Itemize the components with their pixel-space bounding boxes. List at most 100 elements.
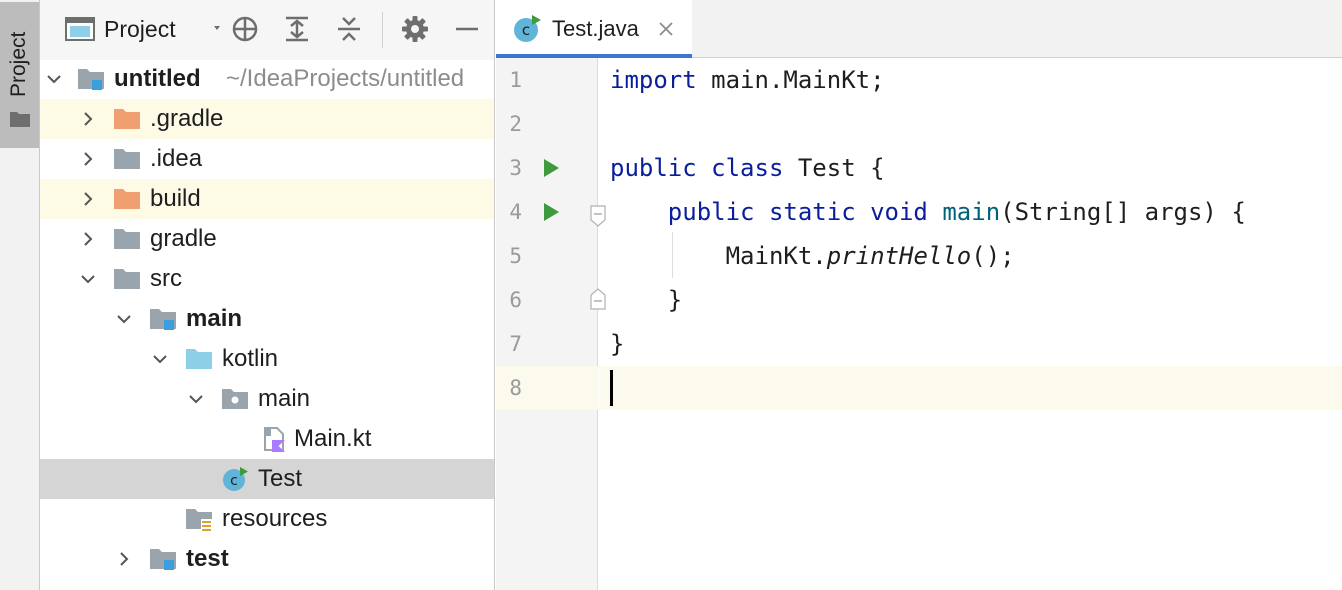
code-line-1: import main.MainKt; [610, 66, 885, 94]
excluded-folder-icon [114, 189, 140, 209]
chevron-right-icon[interactable] [80, 111, 96, 127]
tree-item-main-package[interactable]: main [40, 379, 494, 419]
tool-window-stripe: Project [0, 0, 40, 590]
runnable-class-icon: c [514, 15, 541, 42]
line-number: 7 [509, 332, 522, 356]
code-line-6: } [610, 286, 683, 314]
editor-tab-bar: c Test.java [496, 0, 1342, 58]
tree-item-gradle-cache[interactable]: .gradle [40, 99, 494, 139]
project-panel: Project untitled ~/IdeaProjects/untitled… [40, 0, 495, 590]
line-number: 6 [509, 288, 522, 312]
collapse-all-icon[interactable] [334, 14, 364, 44]
code-text: MainKt. [725, 242, 827, 270]
tree-item-test-module[interactable]: test [40, 539, 494, 579]
chevron-down-icon[interactable] [116, 311, 132, 327]
runnable-class-icon: c [223, 467, 248, 491]
project-view-selector[interactable]: Project [104, 16, 176, 43]
gear-icon[interactable] [400, 14, 430, 44]
code-text: (); [971, 242, 1015, 270]
code-text: (String[] args) { [1000, 198, 1246, 226]
code-line-7: } [610, 330, 625, 358]
code-area[interactable] [599, 58, 1342, 590]
tree-item-resources[interactable]: resources [40, 499, 494, 539]
folder-icon [114, 149, 140, 169]
line-number: 3 [509, 156, 522, 180]
tree-item-src[interactable]: src [40, 259, 494, 299]
code-text: main.MainKt; [696, 66, 885, 94]
tree-item-label: untitled [114, 65, 201, 92]
tree-item-untitled[interactable]: untitled ~/IdeaProjects/untitled [40, 59, 494, 99]
tree-item-label: gradle [150, 225, 217, 252]
line-number: 8 [509, 376, 522, 400]
run-icon[interactable] [542, 202, 560, 222]
line-number: 2 [509, 112, 522, 136]
keyword: public class [610, 154, 784, 182]
folder-icon [10, 112, 30, 127]
tree-item-label: src [150, 265, 182, 292]
line-number: 1 [509, 68, 522, 92]
code-line-4: public static void main(String[] args) { [610, 198, 1246, 226]
tab-test-java[interactable]: c Test.java [496, 0, 692, 58]
chevron-right-icon[interactable] [116, 551, 132, 567]
kotlin-file-icon [264, 427, 285, 452]
source-folder-icon [186, 349, 212, 369]
excluded-folder-icon [114, 109, 140, 129]
tree-item-label: build [150, 185, 201, 212]
tree-item-kotlin[interactable]: kotlin [40, 339, 494, 379]
toolbar-separator [382, 12, 383, 48]
chevron-down-icon[interactable] [152, 351, 168, 367]
tree-item-gradle[interactable]: gradle [40, 219, 494, 259]
project-path: ~/IdeaProjects/untitled [226, 65, 465, 92]
chevron-down-icon[interactable] [80, 271, 96, 287]
module-folder-icon [150, 309, 176, 330]
module-folder-icon [78, 69, 104, 90]
line-number: 5 [509, 244, 522, 268]
text-caret [610, 370, 613, 406]
keyword: import [610, 66, 697, 94]
project-panel-header: Project [40, 0, 494, 60]
run-icon[interactable] [542, 158, 560, 178]
current-line-highlight [599, 366, 1342, 410]
chevron-down-icon[interactable] [212, 22, 222, 34]
project-view-icon [65, 17, 95, 41]
minimize-icon[interactable] [452, 14, 482, 44]
svg-text:c: c [230, 473, 238, 489]
resources-folder-icon [186, 509, 212, 531]
tree-item-label: .idea [150, 145, 203, 172]
line-number: 4 [509, 200, 522, 224]
tree-item-main-module[interactable]: main [40, 299, 494, 339]
close-icon[interactable] [658, 21, 674, 37]
tree-item-main-kt[interactable]: Main.kt [40, 419, 494, 459]
tree-item-label: Test [258, 465, 303, 492]
tree-item-label: test [186, 545, 229, 572]
folder-icon [114, 269, 140, 289]
svg-text:c: c [522, 21, 530, 39]
chevron-down-icon[interactable] [46, 71, 62, 87]
chevron-right-icon[interactable] [80, 231, 96, 247]
fold-marker-icon[interactable] [590, 288, 606, 310]
tree-item-label: Main.kt [294, 425, 372, 452]
tree-item-label: resources [222, 505, 328, 532]
tree-item-idea[interactable]: .idea [40, 139, 494, 179]
tree-item-label: main [258, 385, 311, 412]
expand-all-icon[interactable] [282, 14, 312, 44]
chevron-right-icon[interactable] [80, 151, 96, 167]
tree-item-build[interactable]: build [40, 179, 494, 219]
code-text: Test { [783, 154, 885, 182]
project-tool-window-button[interactable]: Project [0, 2, 39, 148]
locate-icon[interactable] [230, 14, 260, 44]
project-tool-window-label: Project [7, 31, 30, 97]
fold-marker-icon[interactable] [590, 205, 606, 227]
code-line-3: public class Test { [610, 154, 885, 182]
static-call: printHello [826, 242, 972, 270]
tab-label: Test.java [552, 16, 639, 41]
method-name: main [942, 198, 1001, 226]
tree-item-test-class[interactable]: c Test [40, 459, 494, 499]
tree-item-label: main [186, 305, 243, 332]
tree-item-label: .gradle [150, 105, 224, 132]
chevron-right-icon[interactable] [80, 191, 96, 207]
chevron-down-icon[interactable] [188, 391, 204, 407]
module-folder-icon [150, 549, 176, 570]
